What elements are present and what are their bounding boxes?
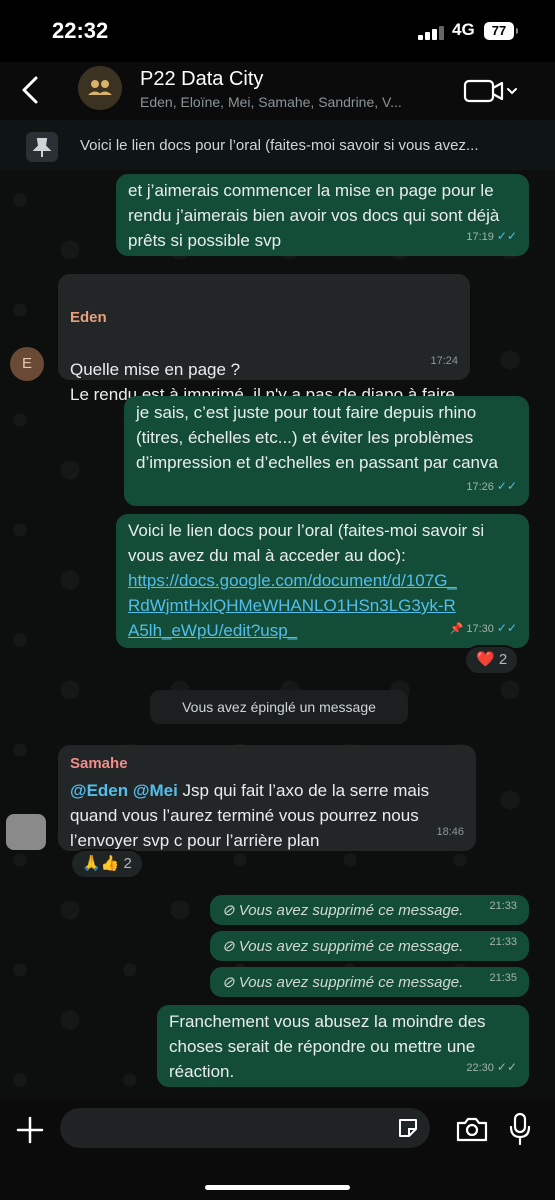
mention-mei[interactable]: @Mei	[133, 781, 178, 800]
deleted-message[interactable]: ⊘ Vous avez supprimé ce message. 21:33	[210, 931, 529, 961]
message-input[interactable]	[60, 1108, 430, 1148]
pray-thumbs-icon: 🙏👍	[82, 855, 120, 872]
message-text: et j’aimerais commencer la mise en page …	[128, 181, 500, 250]
message-outgoing[interactable]: Voici le lien docs pour l’oral (faites-m…	[116, 514, 529, 648]
message-outgoing[interactable]: Franchement vous abusez la moindre des c…	[157, 1005, 529, 1087]
chat-header: P22 Data City Eden, Eloïne, Mei, Samahe,…	[0, 62, 555, 120]
message-time: 21:33	[489, 900, 517, 912]
message-outgoing[interactable]: et j’aimerais commencer la mise en page …	[116, 174, 529, 256]
status-bar: 22:32 4G 77	[0, 0, 555, 62]
chat-members[interactable]: Eden, Eloïne, Mei, Samahe, Sandrine, V..…	[140, 94, 440, 110]
reaction-count: 2	[498, 651, 508, 668]
message-time: 18:46	[436, 826, 464, 838]
message-meta: 17:26 ✓✓	[466, 474, 517, 500]
message-incoming[interactable]: Eden Quelle mise en page ? Le rendu est …	[58, 274, 470, 404]
message-time: 17:30	[466, 623, 494, 635]
message-time: 17:24	[430, 355, 458, 367]
status-time: 22:32	[52, 18, 109, 43]
group-avatar-icon[interactable]	[78, 66, 122, 110]
pinned-message-text: Voici le lien docs pour l’oral (faites-m…	[80, 137, 479, 154]
message-meta: 17:19 ✓✓	[466, 224, 517, 250]
reaction-count: 2	[123, 855, 132, 872]
avatar[interactable]	[6, 814, 46, 850]
heart-icon: ❤️	[476, 651, 495, 668]
message-meta: 📌 17:30 ✓✓	[449, 621, 517, 635]
deleted-message[interactable]: ⊘ Vous avez supprimé ce message. 21:35	[210, 967, 529, 997]
sent-ticks-icon: ✓✓	[496, 1060, 517, 1074]
chat-title[interactable]: P22 Data City	[140, 68, 263, 91]
message-incoming[interactable]: Samahe @Eden @Mei Jsp qui fait l’axo de …	[58, 745, 476, 851]
message-text: je sais, c’est juste pour tout faire dep…	[136, 403, 498, 472]
message-time: 21:35	[489, 972, 517, 984]
mention-eden[interactable]: @Eden	[70, 781, 128, 800]
message-time: 17:26	[466, 481, 494, 493]
system-notice: Vous avez épinglé un message	[150, 690, 408, 724]
signal-icon	[418, 24, 444, 40]
message-text: Voici le lien docs pour l’oral (faites-m…	[128, 521, 485, 565]
deleted-message[interactable]: ⊘ Vous avez supprimé ce message. 21:33	[210, 895, 529, 925]
message-meta: 22:30 ✓✓	[466, 1055, 517, 1081]
deleted-text: ⊘ Vous avez supprimé ce message.	[222, 902, 464, 919]
read-ticks-icon: ✓✓	[496, 479, 517, 493]
battery-icon: 77	[484, 22, 518, 40]
video-call-icon[interactable]	[462, 76, 520, 106]
message-text: @Eden @Mei Jsp qui fait l’axo de la serr…	[70, 778, 464, 853]
camera-icon[interactable]	[455, 1114, 489, 1144]
avatar[interactable]: E	[10, 347, 44, 381]
avatar-letter: E	[21, 355, 32, 372]
read-ticks-icon: ✓✓	[496, 621, 517, 635]
sticker-icon[interactable]	[396, 1116, 420, 1140]
message-text: Franchement vous abusez la moindre des c…	[169, 1012, 486, 1081]
deleted-text: ⊘ Vous avez supprimé ce message.	[222, 938, 464, 955]
message-outgoing[interactable]: je sais, c’est juste pour tout faire dep…	[124, 396, 529, 506]
home-indicator	[205, 1185, 350, 1190]
message-time: 22:30	[466, 1062, 494, 1074]
pinned-message-bar[interactable]: Voici le lien docs pour l’oral (faites-m…	[0, 120, 555, 173]
pin-icon	[26, 132, 58, 162]
plus-icon[interactable]	[14, 1114, 46, 1146]
message-time: 21:33	[489, 936, 517, 948]
reaction-badge[interactable]: ❤️ 2	[464, 645, 520, 675]
network-type: 4G	[452, 20, 475, 39]
sender-name[interactable]: Samahe	[70, 751, 464, 776]
mic-icon[interactable]	[508, 1112, 532, 1146]
reaction-badge[interactable]: 🙏👍 2	[70, 849, 144, 879]
message-time: 17:19	[466, 231, 494, 243]
read-ticks-icon: ✓✓	[496, 229, 517, 243]
back-icon[interactable]	[14, 70, 48, 110]
sender-name[interactable]: Eden	[70, 305, 458, 330]
deleted-text: ⊘ Vous avez supprimé ce message.	[222, 974, 464, 991]
